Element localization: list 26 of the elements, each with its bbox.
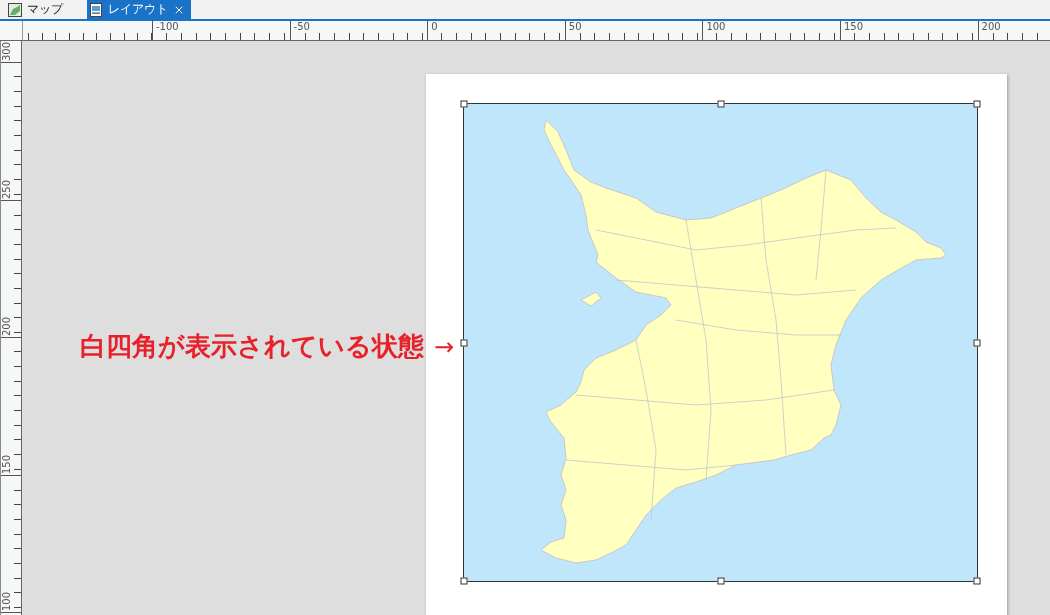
selection-handle[interactable] bbox=[717, 100, 724, 108]
ruler-label: 50 bbox=[568, 21, 582, 33]
document-tab[interactable]: マップ bbox=[6, 0, 69, 19]
ruler-label: 150 bbox=[843, 21, 864, 33]
ruler-label: 200 bbox=[981, 21, 1001, 33]
document-tab[interactable]: レイアウト bbox=[87, 0, 191, 19]
ruler-label: 200 bbox=[1, 317, 13, 337]
ruler-label: 100 bbox=[1, 592, 13, 612]
selection-handle[interactable] bbox=[973, 100, 981, 108]
map-icon bbox=[8, 2, 22, 17]
ruler-label: 300 bbox=[1, 42, 13, 62]
selection-handle[interactable] bbox=[973, 339, 981, 346]
ruler-label: 250 bbox=[1, 179, 13, 199]
ruler-label: 150 bbox=[1, 454, 13, 474]
annotation-text: 白四角が表示されている状態 bbox=[79, 330, 424, 363]
selection-handle[interactable] bbox=[460, 100, 468, 108]
selection-handle[interactable] bbox=[973, 577, 981, 585]
ruler-label: -100 bbox=[156, 21, 179, 33]
ruler-label: -50 bbox=[293, 21, 310, 33]
ruler-label: 100 bbox=[706, 21, 726, 33]
ruler-label: 0 bbox=[431, 21, 438, 33]
layout-icon bbox=[89, 2, 103, 17]
selection-handle[interactable] bbox=[460, 577, 468, 585]
selection-handle[interactable] bbox=[460, 339, 468, 346]
annotation-arrow: → bbox=[433, 334, 454, 359]
selection-handle[interactable] bbox=[717, 577, 724, 585]
